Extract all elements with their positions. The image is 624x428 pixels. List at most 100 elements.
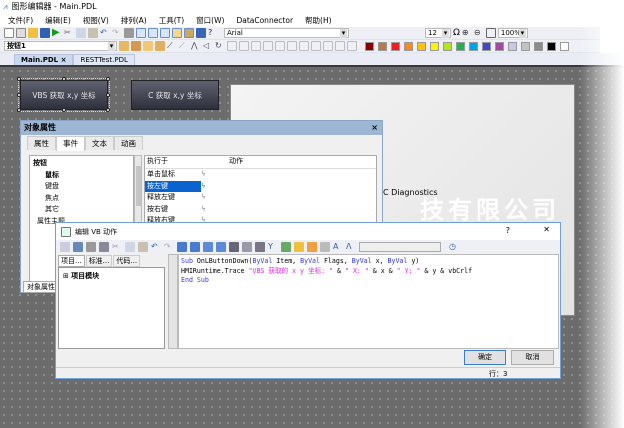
check-icon[interactable] [281,242,291,252]
zoom-select[interactable]: 100% [497,28,528,38]
properties-icon[interactable] [196,28,206,38]
tree-item-mouse[interactable]: 鼠标 [33,170,130,182]
resize-handle[interactable] [17,108,21,112]
forward-icon[interactable] [143,41,153,51]
paste-icon[interactable] [138,242,148,252]
goto-icon[interactable] [255,242,265,252]
comment-icon[interactable] [60,242,70,252]
help-cursor-icon[interactable]: ? [208,28,218,38]
resize-handle[interactable] [106,93,110,97]
tab-resttest-pdl[interactable]: RESTTest.PDL [73,54,135,65]
center-v-icon[interactable] [287,41,297,51]
tab-close-icon[interactable]: × [61,56,67,64]
same-height-icon[interactable] [335,41,345,51]
cut-icon[interactable]: ✂ [64,28,74,38]
print-preview-icon[interactable] [99,242,109,252]
cut-icon[interactable]: ✂ [112,242,122,252]
folder-icon[interactable] [172,28,182,38]
align-top-icon[interactable] [251,41,261,51]
redo-icon[interactable]: ↷ [112,28,122,38]
menu-file[interactable]: 文件(F) [8,15,33,26]
zoom-out-icon[interactable]: ⊖ [474,28,484,38]
color-swatch[interactable] [404,41,413,51]
resize-handle[interactable] [62,108,66,112]
menu-edit[interactable]: 编辑(E) [45,15,71,26]
align-left-icon[interactable] [227,41,237,51]
resize-handle[interactable] [17,77,21,81]
color-swatch[interactable] [378,41,387,51]
resize-handle[interactable] [62,77,66,81]
font-size-select[interactable]: 12 [425,28,451,38]
object-select[interactable]: 按钮1 [4,41,117,51]
menu-dataconnector[interactable]: DataConnector [236,16,293,25]
vbs-xy-button[interactable]: VBS 获取 x,y 坐标 [20,80,108,110]
color-swatch[interactable] [521,41,530,51]
new-doc-icon[interactable] [16,28,26,38]
ok-button[interactable]: 确定 [464,350,506,365]
copy-icon[interactable] [125,242,135,252]
same-size-icon[interactable] [347,41,357,51]
flip-h-icon[interactable]: ⋀ [191,41,201,51]
disconnect-icon[interactable]: ⟋ [179,41,189,51]
copy-icon[interactable] [76,28,86,38]
resize-handle[interactable] [106,108,110,112]
bring-front-icon[interactable] [119,41,129,51]
save-icon[interactable] [40,28,50,38]
undo-icon[interactable]: ↶ [100,28,110,38]
tab-text[interactable]: 文本 [85,136,114,150]
space-v-icon[interactable] [311,41,321,51]
print-icon[interactable] [86,242,96,252]
font-select[interactable]: Arial [224,28,349,38]
cancel-button[interactable]: 取消 [511,350,554,365]
tree-item-focus[interactable]: 焦点 [33,193,130,205]
folder-add-icon[interactable] [307,242,317,252]
layers-icon[interactable] [160,28,170,38]
library-icon[interactable] [184,28,194,38]
tab-events[interactable]: 事件 [56,136,85,151]
run-icon[interactable]: ▶ [52,28,62,38]
color-swatch[interactable] [508,41,517,51]
color-swatch[interactable] [391,41,400,51]
object-icon[interactable] [320,242,330,252]
send-back-icon[interactable] [131,41,141,51]
format-icon[interactable] [73,242,83,252]
menu-tools[interactable]: 工具(T) [159,15,184,26]
tree-item-button[interactable]: 按钮 [33,158,130,170]
tag-icon[interactable]: Y [268,242,278,252]
menu-arrange[interactable]: 排列(A) [121,15,147,26]
tab-standard[interactable]: 标准... [85,255,113,267]
zoom-in-icon[interactable]: ⊕ [462,28,472,38]
zoom-fit-icon[interactable] [485,28,496,38]
omega-icon[interactable]: Ω [453,28,460,38]
tab-animation[interactable]: 动画 [114,136,143,150]
folder-icon[interactable] [294,242,304,252]
open-icon[interactable] [28,28,38,38]
color-swatch[interactable] [560,41,569,51]
color-swatch[interactable] [534,41,543,51]
print-icon[interactable] [124,28,134,38]
c-xy-button[interactable]: C 获取 x,y 坐标 [131,80,219,110]
close-icon[interactable]: × [371,121,378,135]
clock-icon[interactable]: ◷ [449,242,459,252]
find-icon[interactable] [229,242,239,252]
outdent-icon[interactable] [190,242,200,252]
menu-window[interactable]: 窗口(W) [196,15,224,26]
backward-icon[interactable] [155,41,165,51]
color-swatch[interactable] [469,41,478,51]
lambda-icon[interactable]: Λ [346,242,356,252]
grid-icon[interactable] [136,28,146,38]
tree-item-project-modules[interactable]: 项目模块 [71,272,99,280]
close-button[interactable]: ✕ [543,225,550,234]
color-swatch[interactable] [495,41,504,51]
expand-icon[interactable]: ⊞ [63,272,69,280]
color-swatch[interactable] [456,41,465,51]
uncomment-icon[interactable] [216,242,226,252]
tree-item-keyboard[interactable]: 键盘 [33,181,130,193]
new-icon[interactable] [4,28,14,38]
redo-icon[interactable]: ↷ [164,242,174,252]
tab-properties[interactable]: 属性 [27,136,56,150]
same-width-icon[interactable] [323,41,333,51]
code-editor[interactable]: Sub OnLButtonDown(ByVal Item, ByVal Flag… [178,254,559,349]
help-button[interactable]: ? [506,226,510,235]
color-swatch[interactable] [482,41,491,51]
